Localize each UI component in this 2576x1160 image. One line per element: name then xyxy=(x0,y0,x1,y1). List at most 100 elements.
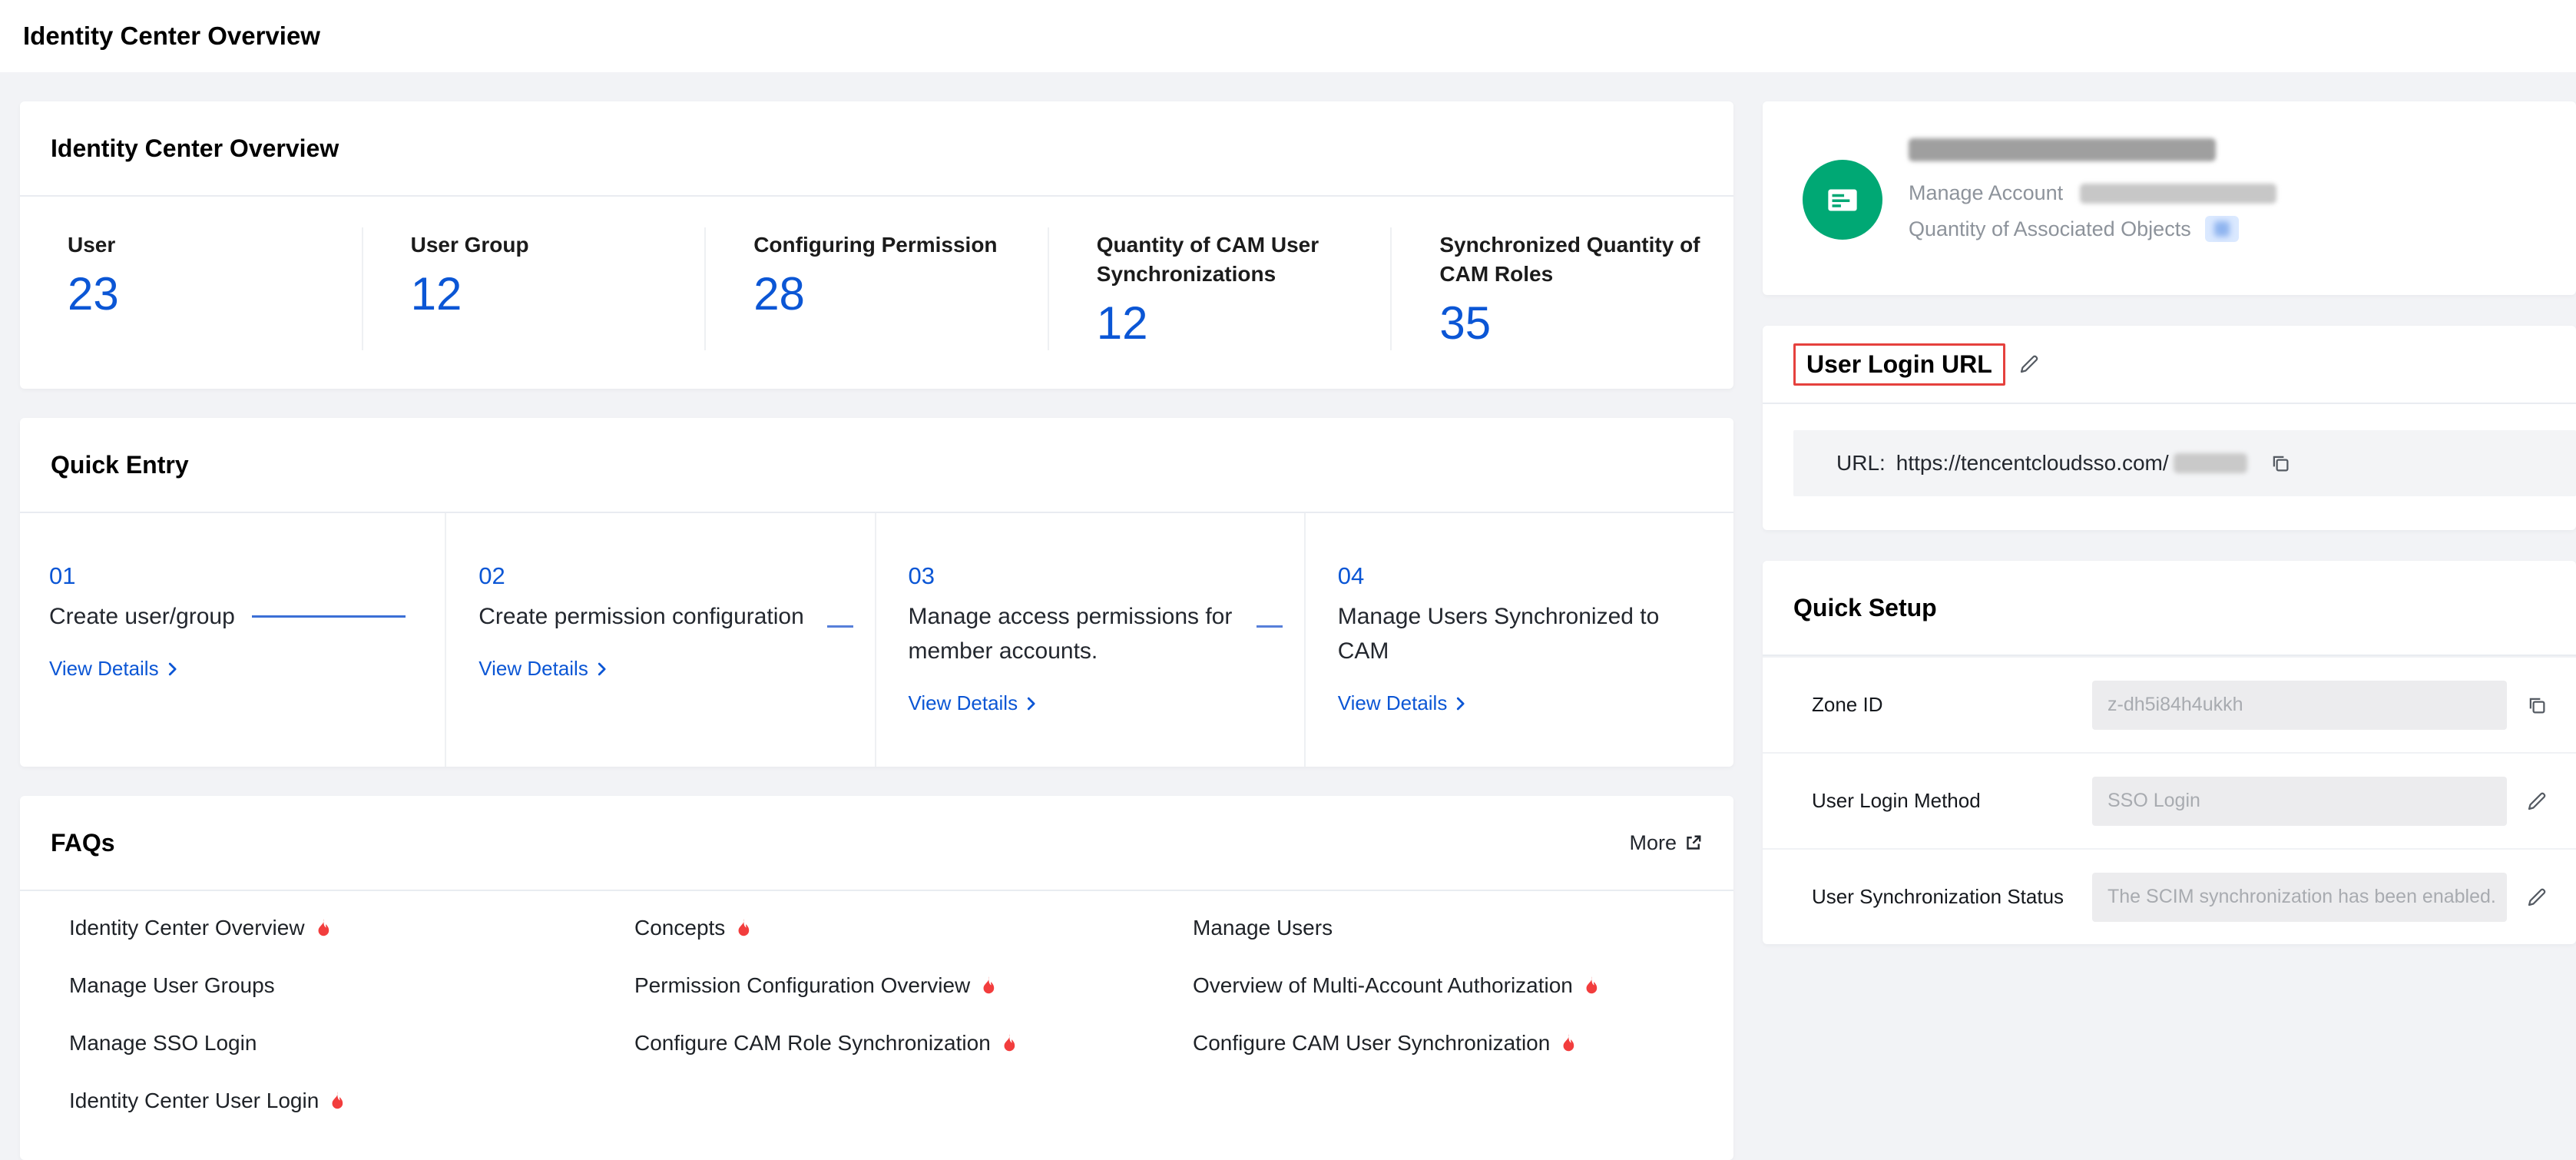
redacted-url-suffix xyxy=(2174,453,2247,473)
faq-label: Overview of Multi-Account Authorization xyxy=(1193,973,1573,998)
quick-entry-card: Quick Entry 01 Create user/group View De… xyxy=(20,418,1733,767)
step-connector-dash xyxy=(827,625,853,628)
quick-entry-step-4: 04 Manage Users Synchronized to CAM View… xyxy=(1304,513,1733,767)
right-column: Manage Account Quantity of Associated Ob… xyxy=(1763,101,2576,944)
faq-link[interactable]: Identity Center User Login xyxy=(69,1072,634,1129)
view-details-link[interactable]: View Details xyxy=(1338,691,1469,715)
step-title: Create user/group xyxy=(49,599,235,634)
faq-grid: Identity Center Overview Concepts Manage… xyxy=(20,891,1733,1160)
stat-cam-roles: Synchronized Quantity of CAM Roles 35 xyxy=(1390,227,1733,350)
associated-objects-row: Quantity of Associated Objects xyxy=(1909,216,2276,242)
main-layout: Identity Center Overview User 23 User Gr… xyxy=(0,72,2576,1160)
stat-user-group: User Group 12 xyxy=(362,227,705,350)
chevron-right-icon xyxy=(164,661,180,678)
quick-setup-row-zone-id: Zone ID z-dh5i84h4ukkh xyxy=(1763,656,2576,752)
page-title: Identity Center Overview xyxy=(23,22,320,51)
step-title: Create permission configuration xyxy=(478,599,816,634)
faq-label: Concepts xyxy=(634,916,725,940)
associated-objects-count-badge[interactable] xyxy=(2205,216,2239,242)
sync-status-value-field: The SCIM synchronization has been enable… xyxy=(2092,873,2507,922)
quick-setup-row-label: User Synchronization Status xyxy=(1812,885,2092,909)
copy-url-button[interactable] xyxy=(2269,452,2292,475)
account-card: Manage Account Quantity of Associated Ob… xyxy=(1763,101,2576,295)
edit-login-url-button[interactable] xyxy=(2018,353,2041,376)
faq-label: Permission Configuration Overview xyxy=(634,973,970,998)
faq-link[interactable]: Concepts xyxy=(634,899,1193,956)
quick-entry-step-3: 03 Manage access permissions for member … xyxy=(875,513,1304,767)
view-details-link[interactable]: View Details xyxy=(909,691,1040,715)
login-url-value: https://tencentcloudsso.com/ xyxy=(1896,451,2169,476)
faq-label: Manage SSO Login xyxy=(69,1031,257,1056)
faqs-more-label: More xyxy=(1629,831,1677,855)
view-details-label: View Details xyxy=(909,691,1018,715)
quick-setup-row-sync-status: User Synchronization Status The SCIM syn… xyxy=(1763,848,2576,944)
stat-label: User xyxy=(68,230,339,260)
faq-link[interactable]: Overview of Multi-Account Authorization xyxy=(1193,956,1703,1014)
external-link-icon xyxy=(1684,834,1703,852)
manage-account-row: Manage Account xyxy=(1909,181,2276,205)
stat-label: Synchronized Quantity of CAM Roles xyxy=(1439,230,1710,289)
faq-label: Identity Center Overview xyxy=(69,916,305,940)
faq-label: Configure CAM User Synchronization xyxy=(1193,1031,1550,1056)
edit-login-method-button[interactable] xyxy=(2525,790,2548,813)
hot-flame-icon xyxy=(734,917,753,939)
view-details-link[interactable]: View Details xyxy=(478,657,610,681)
login-method-value-field: SSO Login xyxy=(2092,777,2507,826)
redacted-account-name xyxy=(1909,138,2216,161)
faq-link[interactable]: Manage User Groups xyxy=(69,956,634,1014)
url-label: URL: xyxy=(1836,451,1886,476)
quick-setup-title: Quick Setup xyxy=(1793,594,1937,622)
overview-card: Identity Center Overview User 23 User Gr… xyxy=(20,101,1733,389)
zone-id-value-field: z-dh5i84h4ukkh xyxy=(2092,681,2507,730)
faq-link[interactable]: Manage Users xyxy=(1193,899,1703,956)
faqs-card-header: FAQs More xyxy=(20,796,1733,891)
step-connector-line xyxy=(252,615,406,618)
redacted-account-id xyxy=(2080,184,2276,204)
step-connector-dash xyxy=(1257,625,1283,628)
step-number: 03 xyxy=(909,562,1273,590)
quick-setup-row-label: User Login Method xyxy=(1812,789,2092,813)
view-details-label: View Details xyxy=(49,657,159,681)
faq-link[interactable]: Configure CAM User Synchronization xyxy=(1193,1014,1703,1072)
faqs-more-link[interactable]: More xyxy=(1629,831,1703,855)
associated-objects-label: Quantity of Associated Objects xyxy=(1909,217,2191,241)
user-login-url-header: User Login URL xyxy=(1763,326,2576,404)
user-login-url-body: URL: https://tencentcloudsso.com/ xyxy=(1763,404,2576,530)
stat-value: 28 xyxy=(753,267,1025,321)
quick-setup-header: Quick Setup xyxy=(1763,561,2576,656)
view-details-label: View Details xyxy=(1338,691,1448,715)
stat-label: Configuring Permission xyxy=(753,230,1025,260)
faq-link[interactable]: Configure CAM Role Synchronization xyxy=(634,1014,1193,1072)
overview-card-header: Identity Center Overview xyxy=(20,101,1733,197)
faq-link[interactable]: Manage SSO Login xyxy=(69,1014,634,1072)
organization-avatar-icon xyxy=(1803,160,1882,240)
overview-card-title: Identity Center Overview xyxy=(51,134,339,163)
user-login-url-card: User Login URL URL: https://tencentcloud… xyxy=(1763,326,2576,530)
step-number: 01 xyxy=(49,562,414,590)
step-number: 02 xyxy=(478,562,843,590)
quick-entry-card-header: Quick Entry xyxy=(20,418,1733,513)
hot-flame-icon xyxy=(328,1090,346,1112)
stat-cam-user-synchronizations: Quantity of CAM User Synchronizations 12 xyxy=(1048,227,1391,350)
faq-link[interactable]: Identity Center Overview xyxy=(69,899,634,956)
quick-entry-step-2: 02 Create permission configuration View … xyxy=(445,513,874,767)
stat-value: 23 xyxy=(68,267,339,321)
edit-sync-status-button[interactable] xyxy=(2525,886,2548,909)
step-title: Manage access permissions for member acc… xyxy=(909,599,1247,668)
view-details-link[interactable]: View Details xyxy=(49,657,180,681)
faq-label: Manage User Groups xyxy=(69,973,275,998)
quick-setup-card: Quick Setup Zone ID z-dh5i84h4ukkh User … xyxy=(1763,561,2576,944)
hot-flame-icon xyxy=(1559,1032,1578,1054)
manage-account-label: Manage Account xyxy=(1909,181,2063,205)
faq-link[interactable]: Permission Configuration Overview xyxy=(634,956,1193,1014)
overview-stats: User 23 User Group 12 Configuring Permis… xyxy=(20,197,1733,389)
copy-zone-id-button[interactable] xyxy=(2525,694,2548,717)
chevron-right-icon xyxy=(1452,695,1468,712)
chevron-right-icon xyxy=(1022,695,1039,712)
step-title: Manage Users Synchronized to CAM xyxy=(1338,599,1676,668)
user-login-url-title-highlight: User Login URL xyxy=(1793,343,2005,386)
quick-setup-row-login-method: User Login Method SSO Login xyxy=(1763,752,2576,848)
stat-label: User Group xyxy=(411,230,682,260)
faqs-card: FAQs More Identity Center Overview Conce… xyxy=(20,796,1733,1160)
login-url-bar: URL: https://tencentcloudsso.com/ xyxy=(1793,430,2576,496)
